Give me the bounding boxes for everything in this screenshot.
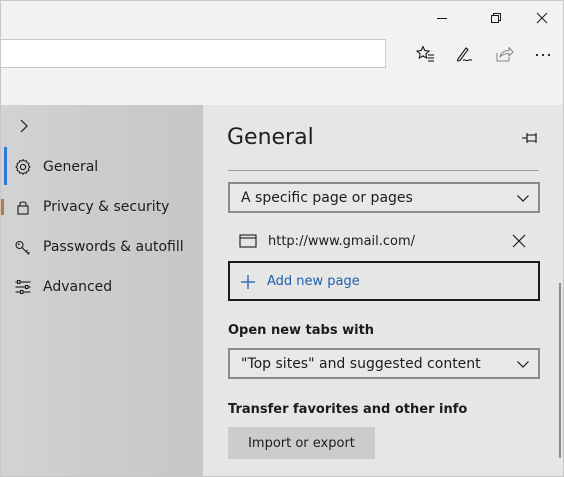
- toolbar: [1, 35, 563, 73]
- lock-icon: [17, 201, 29, 215]
- chevron-down-icon: [517, 361, 529, 368]
- title-divider: [228, 170, 539, 171]
- new-tabs-label: Open new tabs with: [228, 323, 375, 338]
- nav-item-privacy-security[interactable]: Privacy & security: [1, 190, 203, 224]
- import-export-button[interactable]: Import or export: [228, 427, 375, 459]
- new-tabs-value: "Top sites" and suggested content: [241, 356, 481, 372]
- title-bar: [1, 1, 563, 35]
- webpage-icon: [239, 234, 257, 248]
- gear-icon: [15, 159, 31, 175]
- minimize-icon: [437, 18, 447, 19]
- chevron-right-icon[interactable]: [15, 117, 33, 135]
- sliders-icon: [15, 280, 31, 294]
- share-icon: [496, 46, 514, 62]
- close-icon: [536, 12, 548, 24]
- settings-panel: General A specific page or pages http://…: [203, 105, 563, 476]
- nav-item-general[interactable]: General: [1, 150, 203, 184]
- nav-item-advanced[interactable]: Advanced: [1, 270, 203, 304]
- share-button[interactable]: [486, 39, 522, 69]
- key-icon: [15, 240, 30, 255]
- favorites-button[interactable]: [407, 39, 443, 69]
- more-icon: [535, 53, 551, 57]
- pin-icon[interactable]: [521, 129, 539, 147]
- add-new-page-button[interactable]: Add new page: [228, 261, 540, 301]
- new-tabs-select[interactable]: "Top sites" and suggested content: [228, 348, 540, 379]
- restore-icon: [491, 13, 501, 23]
- minimize-button[interactable]: [419, 1, 465, 35]
- page-url: http://www.gmail.com/: [268, 234, 416, 249]
- restore-button[interactable]: [473, 1, 519, 35]
- plus-icon: [241, 275, 255, 289]
- remove-page-icon[interactable]: [511, 233, 527, 249]
- page-content: General Privacy & security Passwords & a…: [1, 105, 563, 476]
- panel-title: General: [227, 125, 314, 150]
- open-with-select[interactable]: A specific page or pages: [228, 182, 540, 213]
- transfer-label: Transfer favorites and other info: [228, 402, 468, 417]
- open-with-value: A specific page or pages: [241, 190, 413, 206]
- scrollbar-thumb[interactable]: [559, 283, 561, 458]
- scrollbar[interactable]: [557, 105, 563, 476]
- settings-nav: General Privacy & security Passwords & a…: [1, 105, 203, 476]
- more-button[interactable]: [525, 39, 561, 69]
- nav-item-label: Advanced: [43, 279, 113, 295]
- favorites-star-icon: [416, 45, 434, 62]
- browser-window: General Privacy & security Passwords & a…: [0, 0, 564, 477]
- web-note-button[interactable]: [446, 39, 482, 69]
- chevron-down-icon: [517, 195, 529, 202]
- add-new-page-label: Add new page: [267, 274, 360, 289]
- nav-item-label: Privacy & security: [43, 199, 170, 215]
- nav-item-passwords-autofill[interactable]: Passwords & autofill: [1, 230, 203, 264]
- close-window-button[interactable]: [519, 1, 563, 35]
- address-bar[interactable]: [1, 39, 386, 68]
- page-list-item: http://www.gmail.com/: [228, 227, 540, 257]
- nav-item-label: General: [43, 159, 99, 175]
- nav-item-label: Passwords & autofill: [43, 239, 184, 255]
- pen-icon: [456, 47, 473, 62]
